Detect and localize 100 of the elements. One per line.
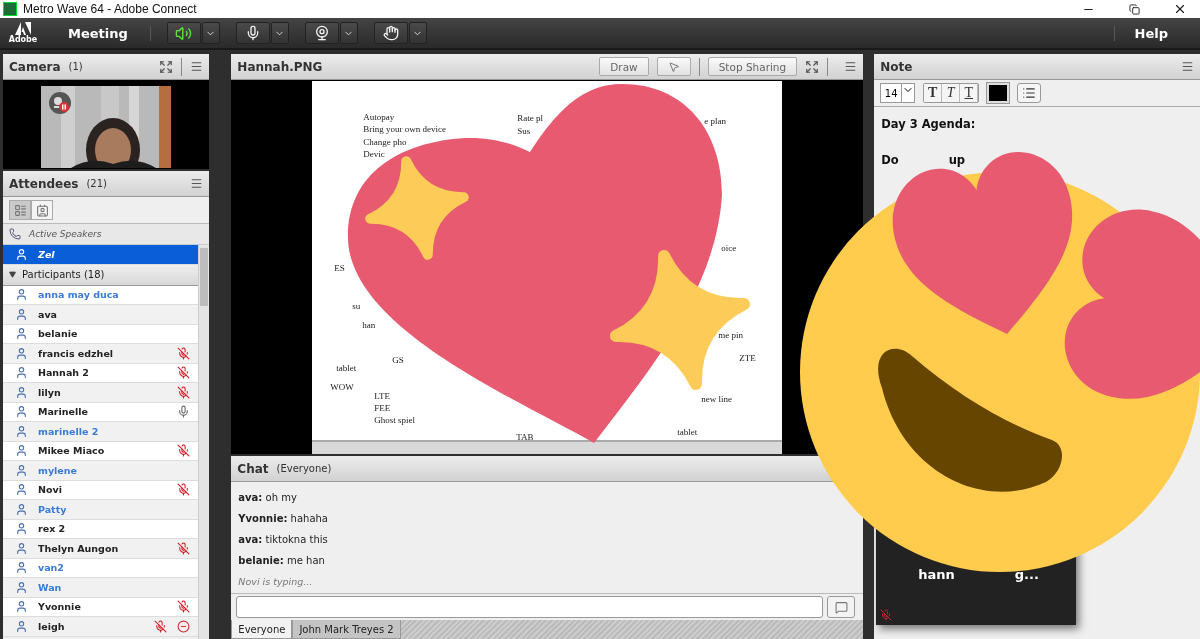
attendee-row[interactable]: lilyn [3, 383, 199, 403]
help-menu[interactable]: Help [1113, 25, 1192, 41]
restore-icon[interactable] [1128, 3, 1140, 15]
document-text: e plan [704, 116, 726, 126]
pod-title: Chat [237, 461, 269, 476]
chat-tab[interactable]: Everyone [231, 620, 293, 639]
attendee-name: lilyn [38, 386, 62, 398]
typing-indicator: Novi is typing... [238, 576, 314, 587]
chat-message: belanie: me han [238, 555, 326, 568]
popup-text: g... [1014, 567, 1039, 582]
attendee-row[interactable]: anna may duca [3, 285, 199, 305]
user-icon [15, 327, 28, 341]
fullscreen-icon[interactable] [159, 59, 174, 74]
chat-input[interactable] [236, 596, 824, 618]
document-text: me pin [718, 330, 743, 340]
pod-menu-icon[interactable] [1181, 60, 1194, 73]
phone-icon [9, 228, 21, 240]
attendee-row[interactable]: van2 [3, 558, 199, 578]
bullet-list-icon [1022, 86, 1037, 100]
send-button[interactable] [827, 596, 856, 618]
user-icon [15, 600, 28, 614]
attendee-row[interactable]: Mikee Miaco [3, 441, 199, 461]
expand-icon [9, 271, 16, 278]
chat-audience: (Everyone) [276, 463, 333, 474]
user-icon [15, 288, 28, 302]
user-icon [15, 405, 28, 419]
dropdown-button[interactable] [270, 22, 289, 44]
attendee-count: (21) [86, 178, 108, 189]
attendee-row[interactable]: Hannah 2 [3, 363, 199, 383]
document-text: LTE [374, 391, 390, 401]
attendee-name: van2 [38, 562, 65, 574]
dropdown-button[interactable] [408, 22, 427, 44]
user-icon [15, 385, 28, 399]
user-icon [15, 522, 28, 536]
scrollbar[interactable] [198, 245, 210, 639]
attendee-row[interactable]: Thelyn Aungon [3, 539, 199, 559]
mic-button[interactable] [235, 22, 270, 44]
document-text: han [362, 320, 376, 330]
attendee-name: leigh [38, 620, 66, 632]
attendee-row[interactable]: Novi [3, 480, 199, 500]
contact-card-icon [35, 203, 49, 217]
text-color-button[interactable] [987, 83, 1010, 103]
bullet-list-button[interactable] [1017, 83, 1042, 103]
font-size-dropdown[interactable]: 14 [880, 83, 916, 103]
user-icon [15, 346, 28, 360]
chat-tab[interactable]: John Mark Treyes 2 [292, 620, 401, 639]
user-icon [15, 619, 28, 633]
fullscreen-icon[interactable] [805, 59, 820, 74]
close-icon[interactable] [1173, 2, 1187, 16]
attendee-row[interactable]: belanie [3, 324, 199, 344]
document-text: oice [721, 243, 737, 253]
attendee-row[interactable]: Zel [3, 245, 199, 265]
attendee-row[interactable]: Marinelle [3, 402, 199, 422]
document-text: Bring your own device [363, 124, 446, 134]
attendee-row[interactable]: rex 2 [3, 519, 199, 539]
attendee-name: Wan [38, 581, 63, 593]
attendee-name: francis edzhel [38, 347, 115, 359]
pointer-icon [667, 60, 680, 73]
attendee-row[interactable]: Yvonnie [3, 597, 199, 617]
card-view-button[interactable] [31, 200, 53, 220]
underline-button[interactable]: T [960, 84, 979, 102]
list-view-button[interactable] [9, 200, 31, 220]
note-text: Day 3 Agenda: [881, 117, 976, 131]
pod-menu-icon[interactable] [190, 177, 204, 190]
user-icon [15, 444, 28, 458]
speech-bubble-icon [834, 600, 848, 614]
popup-text: hann [918, 567, 955, 582]
draw-button[interactable]: Draw [599, 57, 649, 76]
logo-icon [15, 22, 31, 35]
dropdown-button[interactable] [201, 22, 220, 44]
attendee-row[interactable]: leigh [3, 617, 199, 637]
attendee-row[interactable]: francis edzhel [3, 344, 199, 364]
document-text: Devic [363, 149, 385, 159]
hand-button[interactable] [373, 22, 408, 44]
user-icon [15, 424, 28, 438]
attendee-name: Yvonnie [38, 601, 82, 613]
stop-sharing-button[interactable]: Stop Sharing [707, 57, 798, 76]
pod-menu-icon[interactable] [844, 60, 858, 73]
user-icon [15, 463, 28, 477]
note-text: Do [881, 153, 899, 167]
attendee-name: mylene [38, 464, 78, 476]
pointer-button[interactable] [656, 57, 691, 76]
camera-count: (1) [68, 61, 84, 72]
user-icon [15, 580, 28, 594]
presenter-icon [15, 247, 28, 261]
attendee-name: Mikee Miaco [38, 445, 106, 457]
pod-menu-icon[interactable] [190, 60, 204, 73]
chat-message: Yvonnie: hahaha [238, 513, 329, 526]
meeting-menu[interactable]: Meeting [48, 25, 151, 41]
italic-button[interactable]: T [942, 84, 961, 102]
camera-button[interactable] [304, 22, 339, 44]
user-icon [15, 307, 28, 321]
document-text: Ghost spiel [374, 415, 416, 425]
dropdown-button[interactable] [339, 22, 358, 44]
scrollbar[interactable] [312, 440, 783, 454]
speaker-button[interactable] [166, 22, 201, 44]
app-icon [3, 2, 17, 16]
bold-button[interactable]: T [924, 84, 943, 102]
participants-group[interactable]: Participants (18) [3, 264, 199, 286]
pod-title: Note [880, 59, 914, 74]
